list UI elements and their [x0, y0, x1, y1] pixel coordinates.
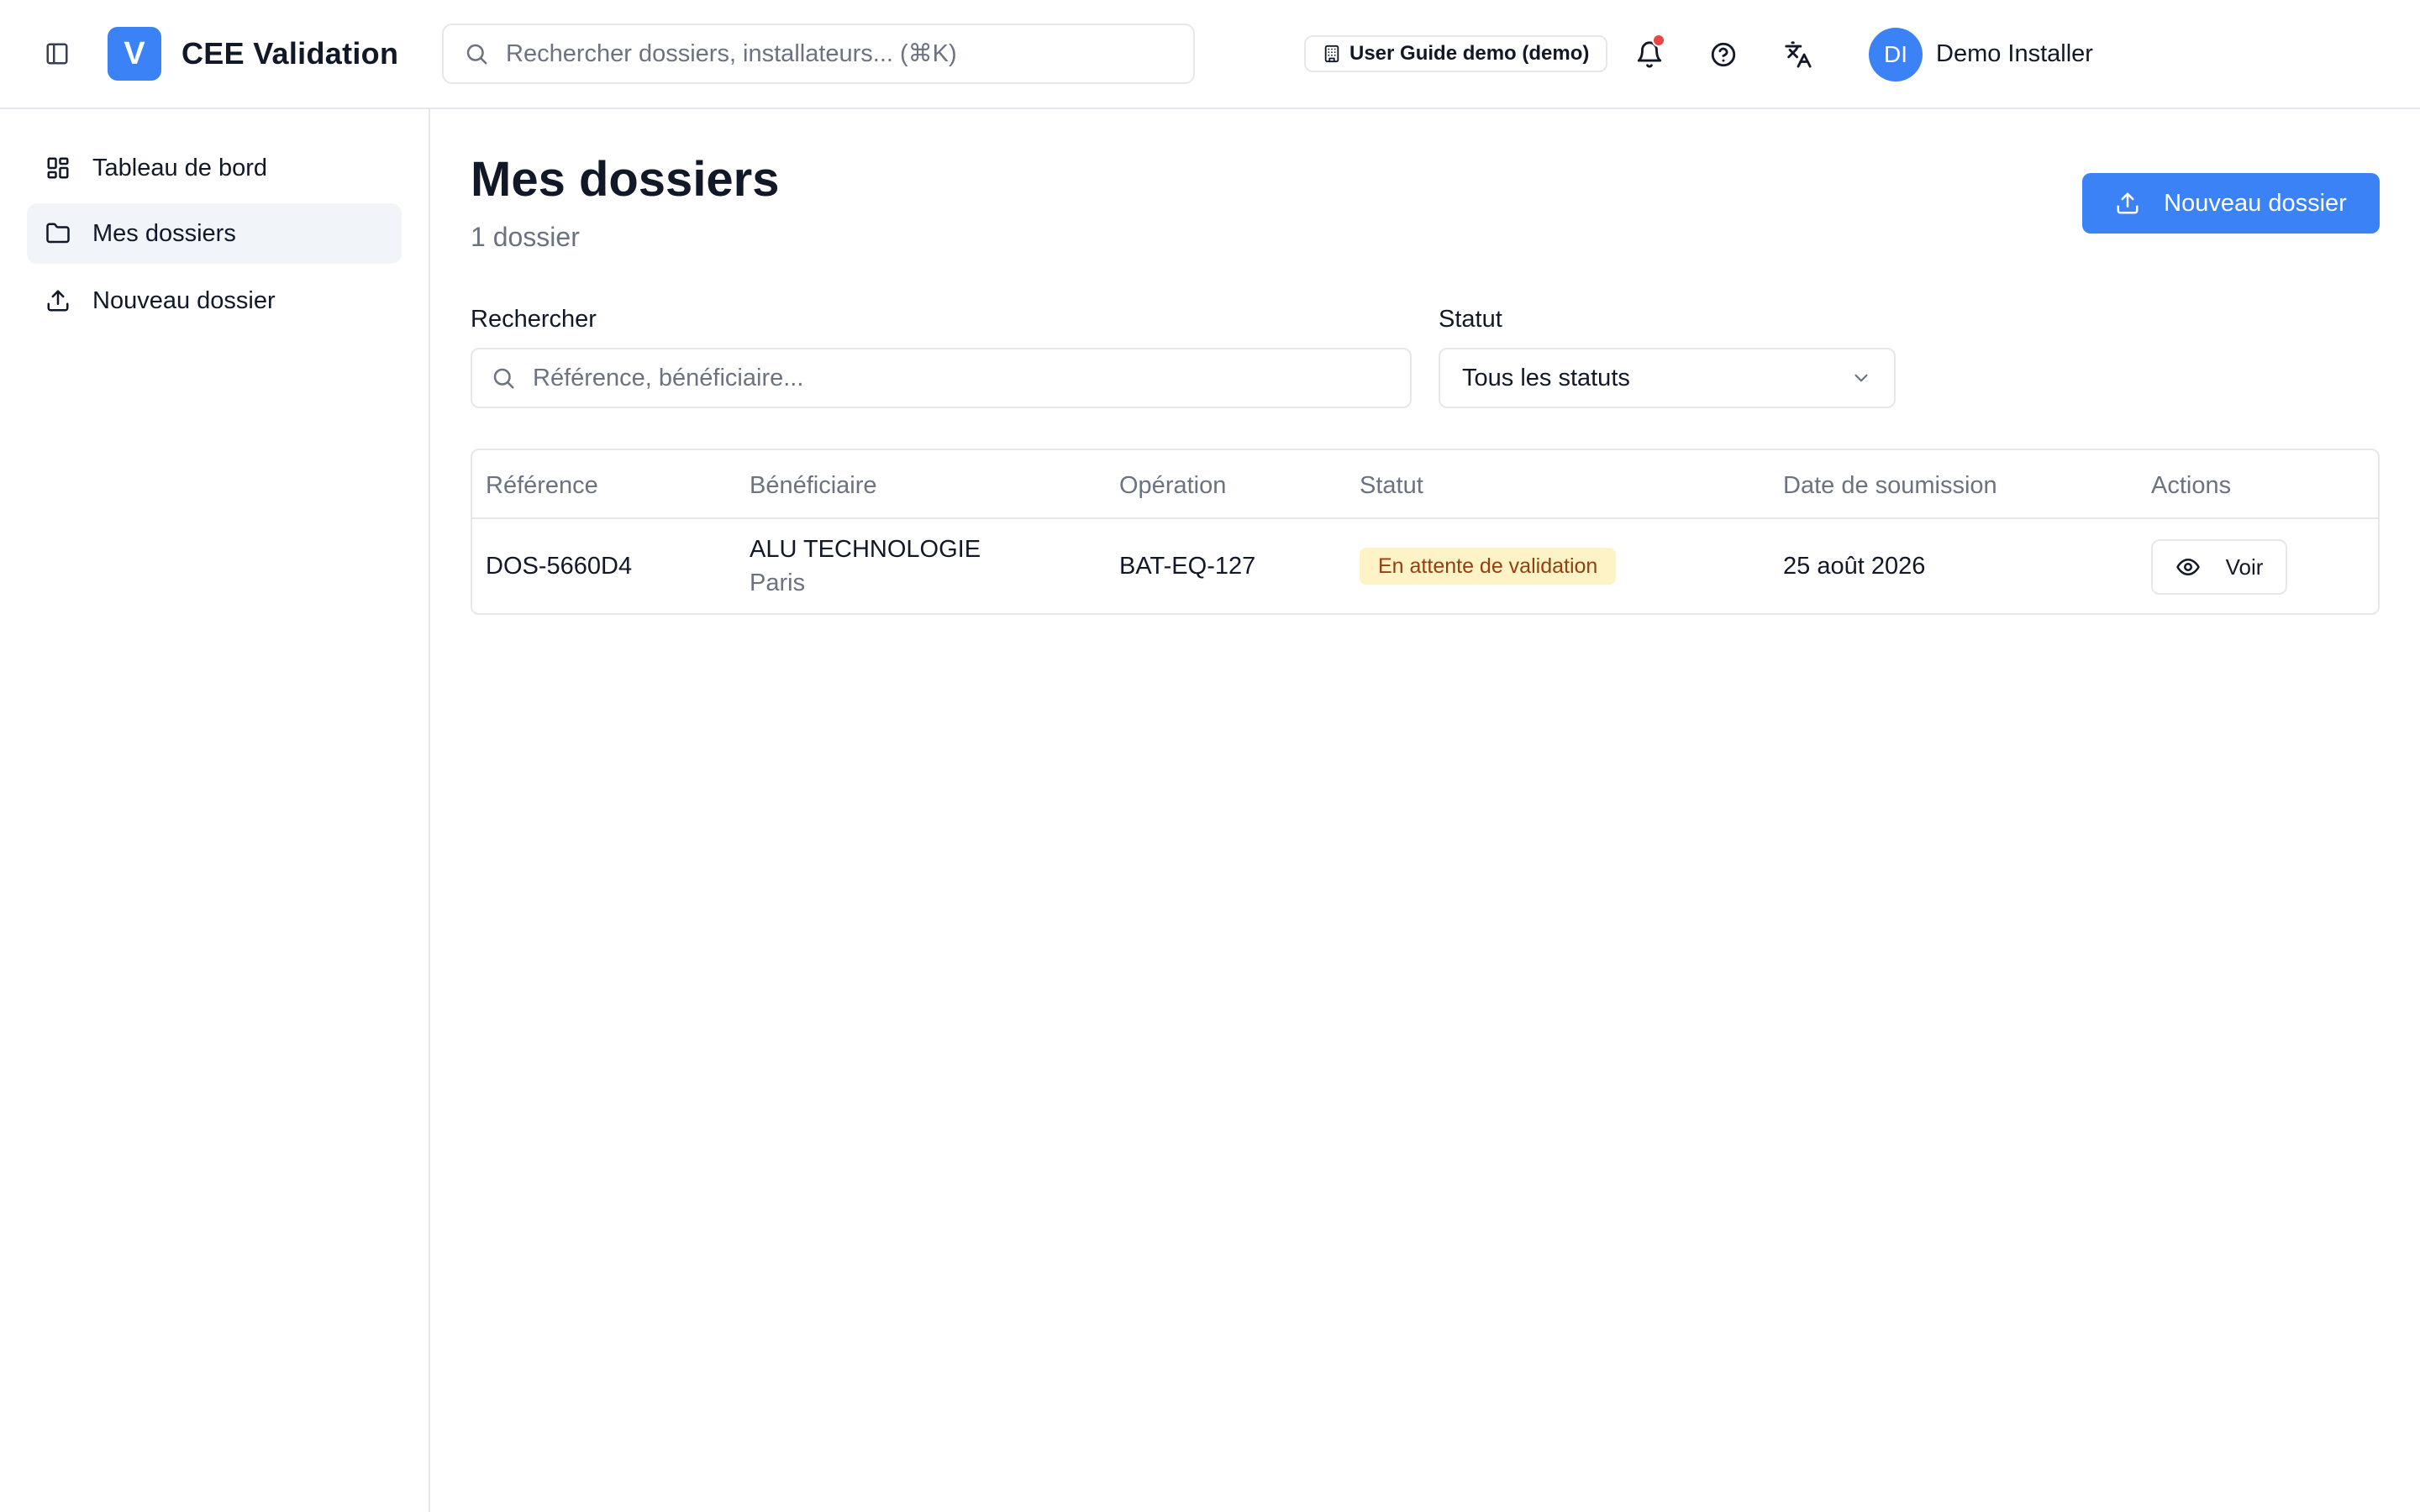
search-icon [491, 365, 516, 391]
filter-search-box[interactable] [471, 348, 1412, 408]
table-header: Référence Bénéficiaire Opération Statut … [472, 450, 2378, 519]
chevron-down-icon [1850, 367, 1872, 389]
top-bar: V CEE Validation User Guide demo (demo) [0, 0, 2420, 109]
notification-dot [1652, 34, 1665, 47]
app-logo: V [108, 27, 161, 81]
files-table: Référence Bénéficiaire Opération Statut … [471, 449, 2380, 615]
sidebar-item-my-files[interactable]: Mes dossiers [27, 203, 402, 264]
tenant-label: User Guide demo (demo) [1349, 42, 1590, 65]
status-filter-label: Statut [1439, 306, 1502, 333]
dashboard-icon [45, 155, 71, 181]
language-button[interactable] [1777, 34, 1819, 76]
column-header-reference[interactable]: Référence [486, 470, 598, 501]
page-title: Mes dossiers [471, 152, 780, 207]
eye-icon [2175, 554, 2201, 580]
column-header-status[interactable]: Statut [1360, 470, 1423, 501]
help-icon [1709, 40, 1738, 69]
file-count: 1 dossier [471, 222, 580, 252]
upload-icon [2115, 191, 2140, 216]
sidebar: Tableau de bord Mes dossiers Nouveau dos… [0, 109, 430, 1512]
global-search-box[interactable] [442, 24, 1195, 84]
column-header-operation[interactable]: Opération [1119, 470, 1226, 501]
column-header-date[interactable]: Date de soumission [1783, 470, 1997, 501]
avatar[interactable]: DI [1869, 28, 1923, 81]
sidebar-item-new-file[interactable]: Nouveau dossier [27, 270, 402, 331]
new-file-button[interactable]: Nouveau dossier [2082, 173, 2380, 234]
app-logo-letter: V [124, 35, 145, 71]
cell-date: 25 août 2026 [1783, 553, 1926, 580]
column-header-beneficiary[interactable]: Bénéficiaire [750, 470, 877, 501]
new-file-button-label: Nouveau dossier [2164, 189, 2347, 217]
table-row[interactable]: DOS-5660D4 ALU TECHNOLOGIE Paris BAT-EQ-… [472, 519, 2378, 613]
avatar-initials: DI [1884, 41, 1907, 67]
tenant-badge[interactable]: User Guide demo (demo) [1304, 35, 1608, 72]
sidebar-item-label: Mes dossiers [92, 219, 236, 247]
upload-icon [45, 288, 71, 313]
cell-reference: DOS-5660D4 [486, 553, 633, 580]
folder-icon [45, 221, 71, 246]
filter-search-input[interactable] [533, 364, 1373, 392]
help-button[interactable] [1702, 34, 1744, 76]
search-icon [464, 41, 489, 66]
status-select-value: Tous les statuts [1462, 364, 1630, 391]
cell-beneficiary-city: Paris [750, 570, 806, 596]
sidebar-item-label: Tableau de bord [92, 154, 267, 181]
sidebar-toggle-button[interactable] [37, 37, 77, 71]
user-name[interactable]: Demo Installer [1936, 37, 2093, 71]
global-search-input[interactable] [506, 39, 1161, 68]
cell-operation: BAT-EQ-127 [1119, 553, 1256, 580]
status-badge: En attente de validation [1360, 548, 1617, 585]
sidebar-item-label: Nouveau dossier [92, 286, 276, 314]
app-title: CEE Validation [182, 36, 399, 71]
view-file-button[interactable]: Voir [2151, 539, 2287, 595]
view-button-label: Voir [2225, 554, 2264, 580]
cell-beneficiary: ALU TECHNOLOGIE [750, 536, 981, 563]
notifications-button[interactable] [1628, 34, 1670, 76]
building-icon [1323, 45, 1341, 63]
column-header-actions: Actions [2151, 472, 2232, 499]
status-select[interactable]: Tous les statuts [1439, 348, 1896, 408]
sidebar-item-dashboard[interactable]: Tableau de bord [27, 138, 402, 198]
sidebar-toggle-icon [45, 41, 70, 66]
search-filter-label: Rechercher [471, 306, 597, 333]
translate-icon [1784, 40, 1812, 69]
